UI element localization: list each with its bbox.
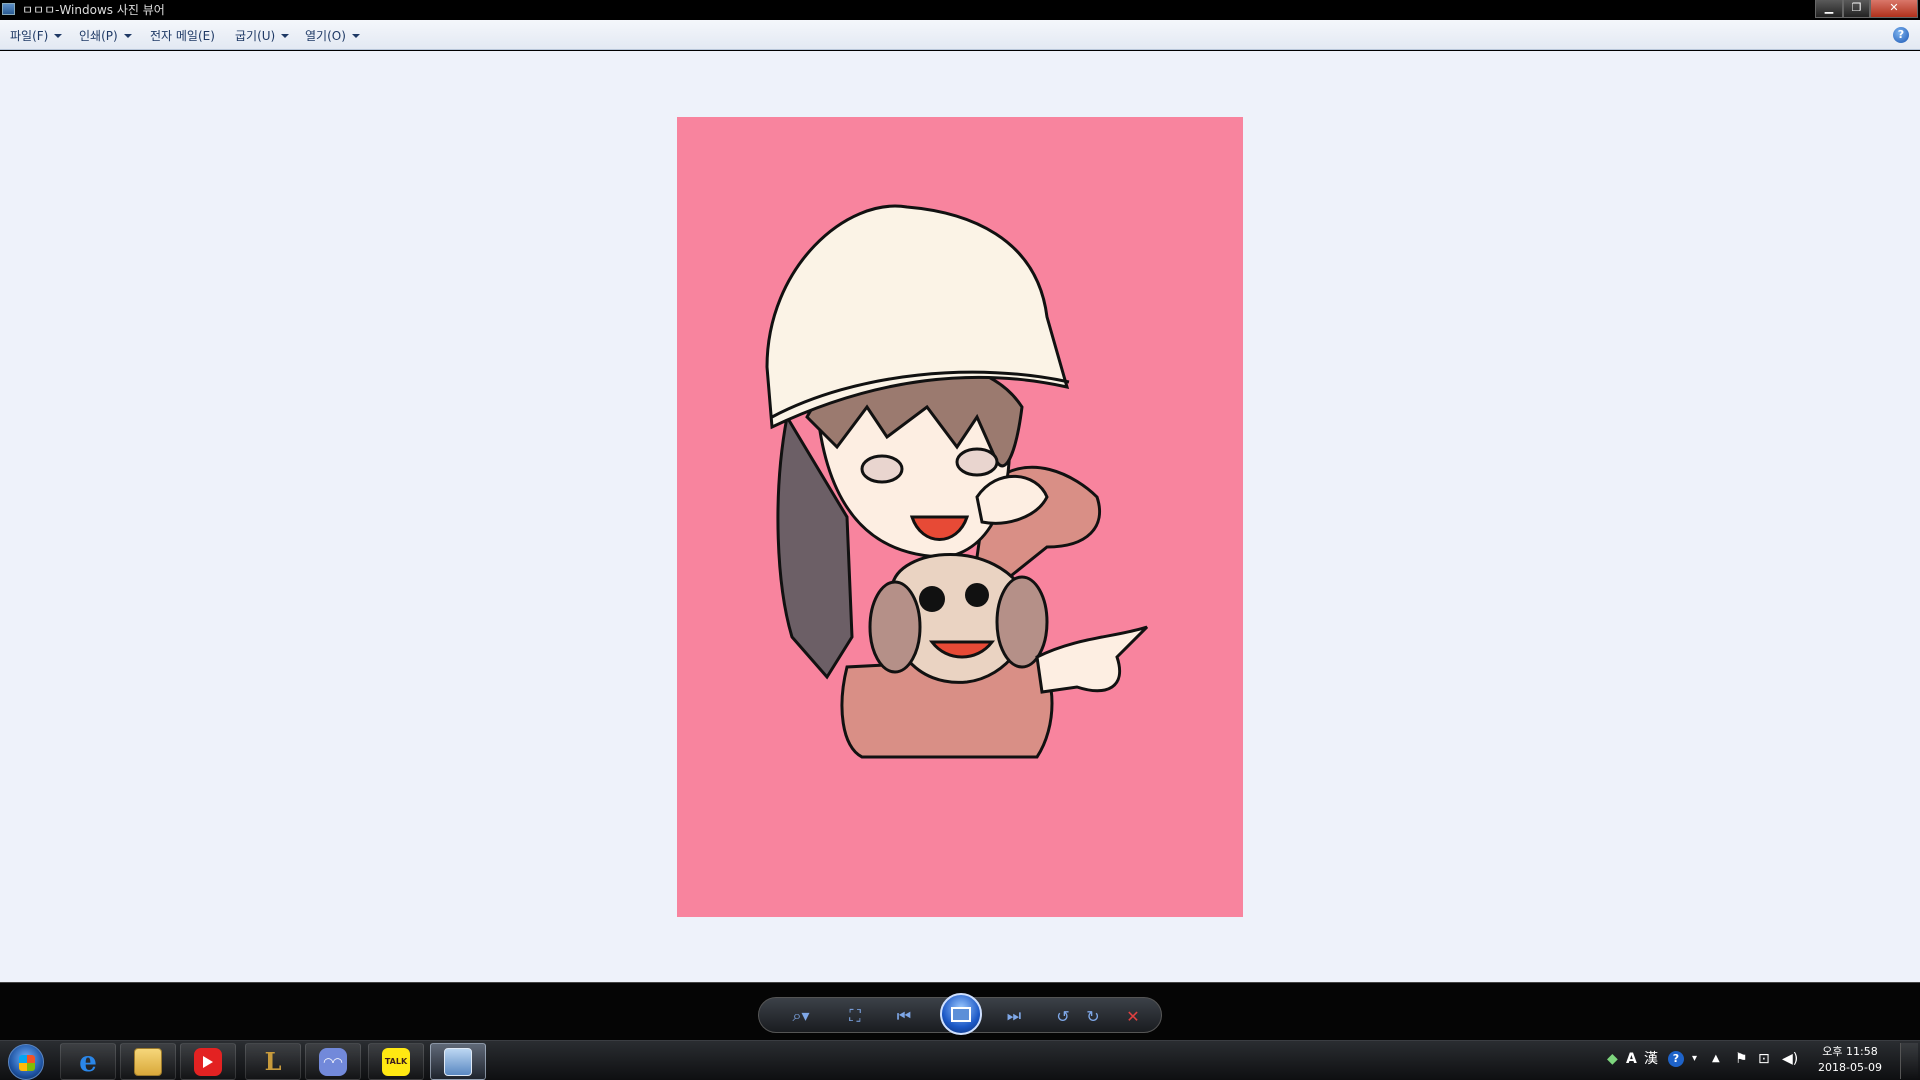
show-desktop-button[interactable] [1900,1043,1918,1079]
menu-email[interactable]: 전자 메일(E) [150,27,215,44]
zoom-button[interactable]: ⌕▾ [779,998,823,1034]
rotate-clockwise-button[interactable]: ↻ [1079,998,1107,1034]
menu-print-label: 인쇄(P) [79,29,118,43]
next-button[interactable]: ⏭ [989,998,1039,1034]
taskbar-league-of-legends[interactable]: L [245,1043,301,1080]
menu-open[interactable]: 열기(O) [305,27,360,44]
taskbar-photo-viewer[interactable] [430,1043,486,1080]
ime-hanja-icon[interactable]: 漢 [1644,1051,1658,1067]
restore-icon: ❐ [1851,1,1862,14]
taskbar-discord[interactable]: ◠◠ [305,1043,361,1080]
viewer-canvas [0,51,1920,982]
close-icon: ✕ [1889,1,1899,14]
slideshow-icon [951,1006,971,1022]
previous-button[interactable]: ⏮ [879,998,929,1034]
menu-print[interactable]: 인쇄(P) [79,27,132,44]
volume-icon[interactable]: ◀) [1782,1051,1798,1067]
slideshow-button[interactable] [940,993,982,1035]
youtube-icon [194,1047,222,1076]
clock-time: 오후 11:58 [1822,1045,1878,1058]
clock-date: 2018-05-09 [1818,1061,1882,1074]
ime-help-icon[interactable]: ? [1668,1051,1684,1067]
ime-options-icon[interactable]: ▾ [1692,1051,1697,1067]
photo-viewer-icon [444,1047,472,1076]
network-icon[interactable]: ⊡ [1758,1051,1770,1067]
action-center-flag-icon[interactable]: ⚑ [1735,1051,1748,1067]
actual-size-icon: ⛶ [849,1006,861,1025]
show-hidden-icons-icon[interactable]: ▲ [1712,1051,1720,1067]
menu-file-label: 파일(F) [10,29,49,43]
displayed-photo[interactable] [677,117,1243,917]
kakaotalk-icon: TALK [382,1047,410,1076]
maximize-button[interactable]: ❐ [1843,0,1870,18]
chevron-down-icon [54,33,63,38]
taskbar-youtube[interactable] [180,1043,236,1080]
menu-burn-label: 굽기(U) [235,29,276,43]
close-button[interactable]: ✕ [1870,0,1918,18]
photo-viewer-window: ㅁㅁㅁ-Windows 사진 뷰어 ▁ ❐ ✕ 파일(F) 인쇄(P) 전자 메… [0,0,1920,1080]
window-title: ㅁㅁㅁ-Windows 사진 뷰어 [22,3,165,17]
photo-viewer-app-icon[interactable] [2,3,15,15]
menu-open-label: 열기(O) [305,29,346,43]
playback-control-bar: ⌕▾ ⛶ ⏮ ⏭ ↺ ↻ ✕ [0,982,1920,1040]
delete-button[interactable]: ✕ [1115,998,1151,1034]
previous-icon: ⏮ [896,1006,912,1025]
title-bar: ㅁㅁㅁ-Windows 사진 뷰어 ▁ ❐ ✕ [0,0,1920,20]
minimize-icon: ▁ [1824,1,1834,14]
taskbar: e L ◠◠ TALK ◆ A 漢 ? ▾ ▲ ⚑ ⊡ ◀) 오후 11:58 … [0,1040,1920,1080]
taskbar-kakaotalk[interactable]: TALK [368,1043,424,1080]
next-icon: ⏭ [1006,1006,1022,1025]
rotate-counterclockwise-button[interactable]: ↺ [1049,998,1077,1034]
chevron-down-icon [351,33,360,38]
help-icon[interactable]: ? [1893,27,1909,43]
league-of-legends-icon: L [264,1047,282,1076]
zoom-icon: ⌕▾ [792,1006,810,1025]
menu-email-label: 전자 메일(E) [150,29,215,43]
minimize-button[interactable]: ▁ [1815,0,1843,18]
menu-bar: 파일(F) 인쇄(P) 전자 메일(E) 굽기(U) 열기(O) ? [0,20,1920,50]
actual-size-button[interactable]: ⛶ [837,998,873,1034]
menu-file[interactable]: 파일(F) [10,27,63,44]
rotate-clockwise-icon: ↻ [1086,1006,1100,1026]
ime-mode-icon[interactable]: A [1626,1051,1637,1067]
discord-icon: ◠◠ [319,1047,347,1076]
internet-explorer-icon: e [79,1045,97,1078]
delete-icon: ✕ [1126,1006,1140,1026]
taskbar-file-explorer[interactable] [120,1043,176,1080]
menu-burn[interactable]: 굽기(U) [235,27,290,44]
start-button[interactable] [8,1044,44,1080]
system-clock[interactable]: 오후 11:58 2018-05-09 [1808,1044,1892,1076]
chibi-girl-with-dog-illustration [677,117,1243,917]
network-status-icon[interactable]: ◆ [1607,1051,1618,1067]
chevron-down-icon [123,33,132,38]
windows-logo-icon [19,1055,35,1071]
taskbar-internet-explorer[interactable]: e [60,1043,116,1080]
folder-icon [134,1047,162,1076]
rotate-counterclockwise-icon: ↺ [1056,1006,1070,1026]
chevron-down-icon [281,33,290,38]
